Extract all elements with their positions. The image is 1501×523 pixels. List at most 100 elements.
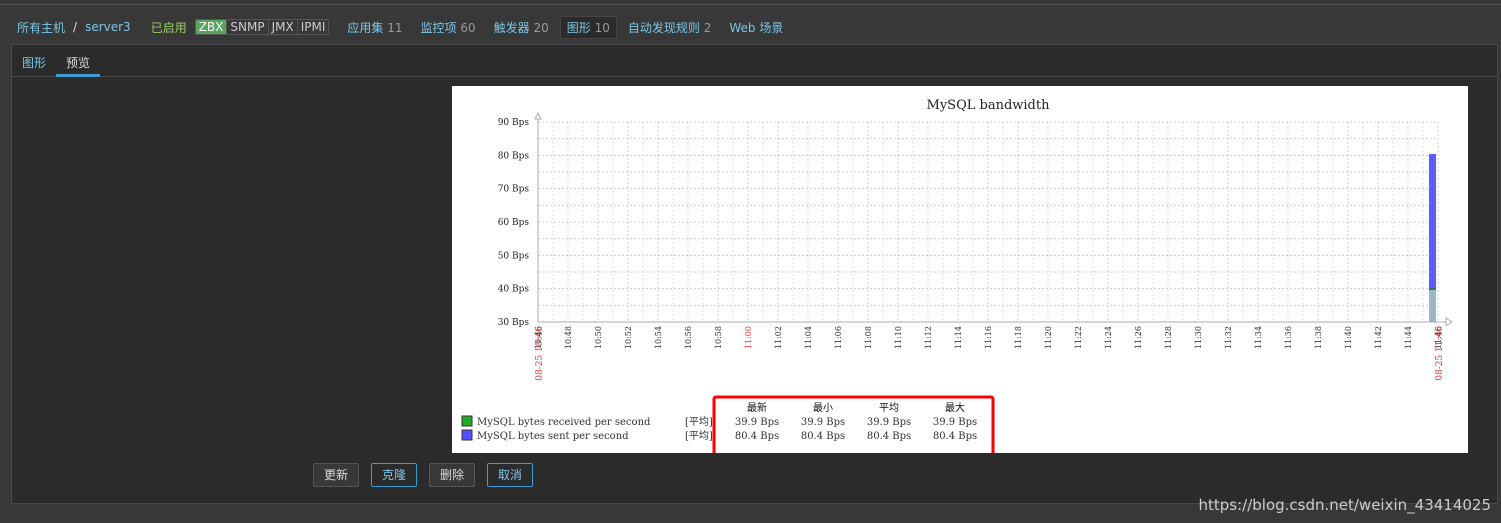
status-enabled[interactable]: 已启用 bbox=[151, 19, 187, 36]
nav-triggers[interactable]: 触发器 20 bbox=[494, 19, 549, 36]
watermark: https://blog.csdn.net/weixin_43414025 bbox=[1198, 496, 1491, 514]
x-tick-label: 10:56 bbox=[684, 326, 693, 349]
x-tick-label: 11:34 bbox=[1254, 326, 1263, 349]
x-tick-label: 11:26 bbox=[1134, 326, 1143, 349]
cancel-button[interactable]: 取消 bbox=[487, 463, 534, 487]
legend-value: 39.9 Bps bbox=[933, 417, 977, 428]
legend-header: 平均 bbox=[879, 402, 899, 414]
y-tick-label: 80 Bps bbox=[498, 151, 530, 161]
legend-header: 最新 bbox=[747, 401, 767, 414]
x-tick-label: 11:10 bbox=[894, 326, 903, 349]
x-range-start: 08-25 10:46 bbox=[535, 326, 545, 381]
x-tick-label: 11:00 bbox=[744, 326, 753, 349]
legend-swatch bbox=[461, 415, 473, 427]
nav-label[interactable]: 监控项 bbox=[421, 21, 457, 35]
legend-func: [平均] bbox=[685, 416, 713, 428]
y-tick-label: 70 Bps bbox=[498, 185, 530, 195]
nav-label[interactable]: 应用集 bbox=[347, 21, 383, 35]
tab-graph[interactable]: 图形 bbox=[12, 45, 56, 76]
legend-header: 最小 bbox=[813, 402, 833, 414]
nav-count: 10 bbox=[594, 20, 610, 35]
nav-label[interactable]: Web 场景 bbox=[729, 21, 783, 35]
nav-applications[interactable]: 应用集 11 bbox=[347, 19, 402, 36]
legend-value: 80.4 Bps bbox=[801, 431, 845, 442]
y-tick-label: 90 Bps bbox=[498, 118, 530, 128]
nav-graphs[interactable]: 图形 10 bbox=[559, 15, 617, 39]
x-tick-label: 11:14 bbox=[954, 326, 963, 349]
tab-preview[interactable]: 预览 bbox=[56, 45, 101, 77]
x-range-end: 08-25 11:46 bbox=[1435, 326, 1445, 381]
legend-series-name: MySQL bytes received per second bbox=[477, 417, 651, 428]
update-button[interactable]: 更新 bbox=[313, 463, 360, 487]
legend-value: 80.4 Bps bbox=[933, 431, 977, 442]
x-tick-label: 11:22 bbox=[1074, 326, 1083, 349]
x-axis-arrow bbox=[1445, 317, 1453, 327]
all-hosts-link[interactable]: 所有主机 bbox=[17, 19, 65, 36]
badge-snmp: SNMP bbox=[226, 20, 267, 34]
nav-items[interactable]: 监控项 60 bbox=[421, 19, 476, 36]
delete-button[interactable]: 删除 bbox=[429, 463, 476, 487]
x-tick-label: 11:38 bbox=[1314, 326, 1323, 349]
host-link[interactable]: server3 bbox=[85, 20, 131, 34]
breadcrumb-separator: / bbox=[73, 20, 78, 34]
availability-badges: ZBX SNMP JMX IPMI bbox=[194, 19, 330, 35]
x-tick-label: 10:58 bbox=[714, 326, 723, 349]
nav-count: 2 bbox=[703, 20, 712, 35]
y-tick-label: 40 Bps bbox=[498, 285, 530, 295]
graph-image: MySQL bandwidth 30 Bps 40 Bps 50 Bps 60 Bps 7… bbox=[452, 86, 1468, 458]
x-tick-label: 11:12 bbox=[924, 326, 933, 349]
legend-func: [平均] bbox=[685, 430, 713, 442]
top-divider bbox=[0, 4, 1501, 5]
x-tick-label: 11:02 bbox=[774, 326, 783, 349]
series-bar-sent bbox=[1429, 154, 1436, 289]
x-tick-label: 11:40 bbox=[1344, 326, 1353, 349]
badge-jmx: JMX bbox=[267, 20, 297, 34]
x-tick-label: 11:28 bbox=[1164, 326, 1173, 349]
legend-series-name: MySQL bytes sent per second bbox=[477, 431, 629, 442]
host-nav: 所有主机 / server3 已启用 ZBX SNMP JMX IPMI 应用集 11 … bbox=[17, 15, 801, 39]
legend-value: 39.9 Bps bbox=[735, 417, 779, 428]
x-tick-label: 11:20 bbox=[1044, 326, 1053, 349]
x-tick-label: 11:30 bbox=[1194, 326, 1203, 349]
nav-web[interactable]: Web 场景 bbox=[729, 19, 783, 36]
nav-count: 60 bbox=[460, 20, 476, 35]
nav-label[interactable]: 触发器 bbox=[494, 21, 530, 35]
x-tick-label: 11:04 bbox=[804, 326, 813, 349]
legend-value: 39.9 Bps bbox=[801, 417, 845, 428]
x-tick-label: 11:08 bbox=[864, 326, 873, 349]
nav-label[interactable]: 图形 bbox=[567, 21, 591, 35]
x-tick-label: 11:32 bbox=[1224, 326, 1233, 349]
nav-discovery[interactable]: 自动发现规则 2 bbox=[628, 19, 711, 36]
x-tick-label: 11:16 bbox=[984, 326, 993, 349]
legend-value: 80.4 Bps bbox=[735, 431, 779, 442]
x-tick-label: 10:50 bbox=[594, 326, 603, 349]
chart-title: MySQL bandwidth bbox=[927, 98, 1051, 113]
legend-swatch bbox=[461, 429, 473, 441]
y-tick-label: 50 Bps bbox=[498, 251, 530, 261]
x-tick-label: 11:24 bbox=[1104, 326, 1113, 349]
tab-bar: 图形 预览 bbox=[12, 45, 1497, 77]
badge-zbx: ZBX bbox=[195, 20, 227, 34]
legend-value: 80.4 Bps bbox=[867, 431, 911, 442]
graph-panel: 图形 预览 MySQL bandwidth 30 Bps 40 Bps 50 Bps 6… bbox=[11, 44, 1498, 504]
y-axis-arrow bbox=[534, 111, 542, 120]
legend-header: 最大 bbox=[945, 401, 965, 414]
y-tick-label: 60 Bps bbox=[498, 218, 530, 228]
y-tick-label: 30 Bps bbox=[498, 318, 530, 328]
x-tick-label: 11:42 bbox=[1374, 326, 1383, 349]
clone-button[interactable]: 克隆 bbox=[371, 463, 418, 487]
nav-label[interactable]: 自动发现规则 bbox=[628, 21, 700, 35]
x-tick-label: 11:06 bbox=[834, 326, 843, 349]
x-tick-label: 10:52 bbox=[624, 326, 633, 349]
x-tick-label: 10:54 bbox=[654, 326, 663, 349]
x-tick-label: 11:44 bbox=[1404, 326, 1413, 349]
x-tick-label: 11:18 bbox=[1014, 326, 1023, 349]
nav-count: 11 bbox=[387, 20, 403, 35]
series-bar-received bbox=[1429, 289, 1436, 322]
nav-count: 20 bbox=[533, 20, 549, 35]
x-tick-label: 10:48 bbox=[564, 326, 573, 349]
x-tick-label: 11:36 bbox=[1284, 326, 1293, 349]
badge-ipmi: IPMI bbox=[296, 20, 329, 34]
chart: MySQL bandwidth 30 Bps 40 Bps 50 Bps 60 Bps 7… bbox=[461, 98, 1453, 458]
legend-value: 39.9 Bps bbox=[867, 417, 911, 428]
